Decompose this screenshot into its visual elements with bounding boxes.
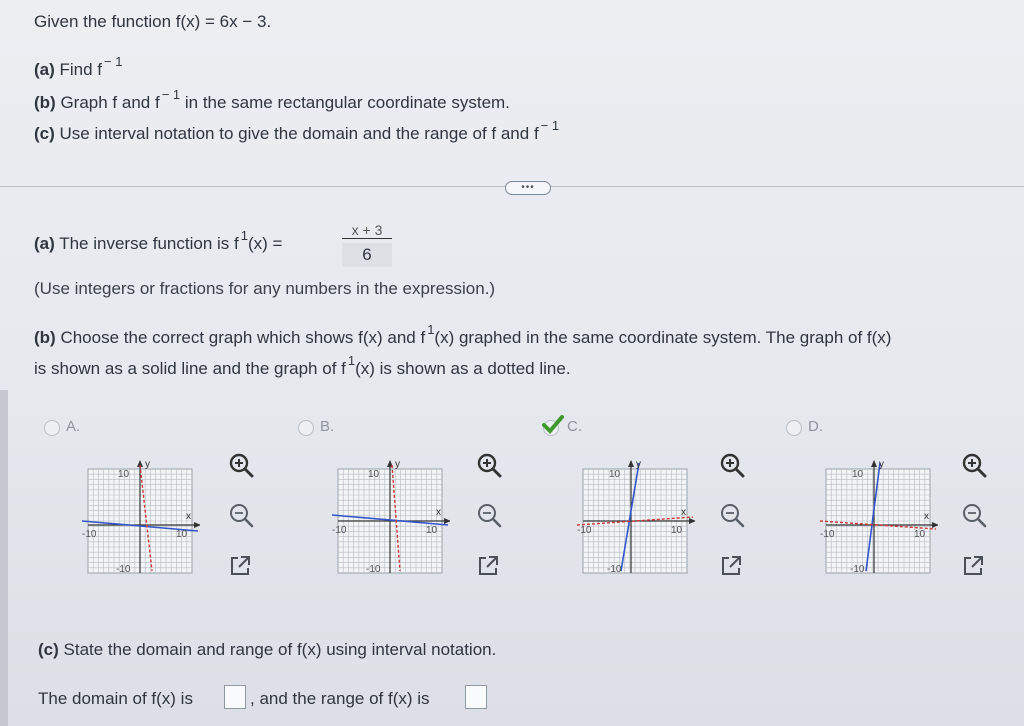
option-c-label: C. [567,418,582,435]
y-max-tick: 10 [609,469,621,480]
y-axis-arrow [871,460,877,467]
graph-c: y x 10 -10 -10 10 [575,455,696,575]
x-axis-arrow [194,522,201,528]
y-max-tick: 10 [852,469,864,480]
answer-a-statement: (a) The inverse function is f 1(x) = [34,228,283,253]
graph-a-plot: y x 10 -10 -10 10 [81,459,201,575]
y-max-tick: 10 [368,469,380,480]
x-axis-arrow [444,518,451,524]
y-axis-label: y [636,459,641,470]
x-axis-label: x [436,507,441,518]
check-icon [542,415,564,434]
inverse-fraction: x + 3 6 [342,222,392,267]
x-max-tick: 10 [914,529,926,540]
question-intro: Given the function f(x) = 6x − 3. [34,12,272,31]
graph-d-plot: y x 10 -10 -10 10 [819,459,939,575]
x-max-tick: 10 [176,529,188,540]
x-axis-label: x [681,507,686,518]
x-min-tick: -10 [82,529,97,540]
answer-a-hint: (Use integers or fractions for any numbe… [34,279,496,298]
option-b-label: B. [320,418,335,435]
zoom-out-icon[interactable] [719,502,745,528]
popout-icon[interactable] [718,553,744,579]
x-max-tick: 10 [426,525,438,536]
option-d-label: D. [808,418,823,435]
range-answer-box[interactable] [465,685,487,709]
zoom-in-icon[interactable] [228,452,254,478]
x-axis-label: x [924,511,929,522]
part-b-prompt: (b) Graph f and f − 1 in the same rectang… [34,87,510,112]
y-min-tick: -10 [366,564,381,575]
y-min-tick: -10 [850,564,865,575]
option-d-radio[interactable] [786,420,802,436]
y-min-tick: -10 [607,564,622,575]
x-axis-arrow [689,518,696,524]
x-max-tick: 10 [671,525,683,536]
more-button[interactable]: ••• [505,181,551,195]
part-c-prompt: (c) Use interval notation to give the do… [34,118,560,143]
domain-prefix: The domain of f(x) is [38,689,193,708]
zoom-out-icon[interactable] [228,502,254,528]
zoom-out-icon[interactable] [961,502,987,528]
option-a-label: A. [66,418,81,435]
popout-icon[interactable] [227,553,253,579]
fraction-denominator: 6 [342,243,392,267]
graph-d: y x 10 -10 -10 10 [818,455,939,575]
x-min-tick: -10 [820,529,835,540]
range-prefix: , and the range of f(x) is [250,689,430,708]
graph-b: y x 10 -10 -10 10 [330,455,451,575]
y-axis-arrow [628,460,634,467]
popout-icon[interactable] [960,553,986,579]
option-a-radio[interactable] [44,420,60,436]
zoom-out-icon[interactable] [476,502,502,528]
y-axis-label: y [879,459,884,470]
x-axis-label: x [186,511,191,522]
fraction-numerator: x + 3 [342,222,392,239]
zoom-in-icon[interactable] [476,452,502,478]
zoom-in-icon[interactable] [961,452,987,478]
x-axis-arrow [932,522,939,528]
y-axis-label: y [145,459,150,470]
domain-answer-box[interactable] [224,685,246,709]
y-max-tick: 10 [118,469,130,480]
zoom-in-icon[interactable] [719,452,745,478]
x-min-tick: -10 [577,525,592,536]
graph-b-plot: y x 10 -10 -10 10 [331,459,451,575]
answer-b-prompt-line2: is shown as a solid line and the graph o… [34,353,571,378]
answer-c-prompt: (c) State the domain and range of f(x) u… [38,640,497,659]
part-a-prompt: (a) Find f − 1 [34,54,123,79]
left-scroll-edge [0,390,8,726]
graph-a: y x 10 -10 -10 10 [80,455,201,575]
answer-b-prompt-line1: (b) Choose the correct graph which shows… [34,322,892,347]
popout-icon[interactable] [475,553,501,579]
option-b-radio[interactable] [298,420,314,436]
y-min-tick: -10 [116,564,131,575]
x-min-tick: -10 [332,525,347,536]
graph-c-plot: y x 10 -10 -10 10 [576,459,696,575]
y-axis-label: y [395,459,400,470]
